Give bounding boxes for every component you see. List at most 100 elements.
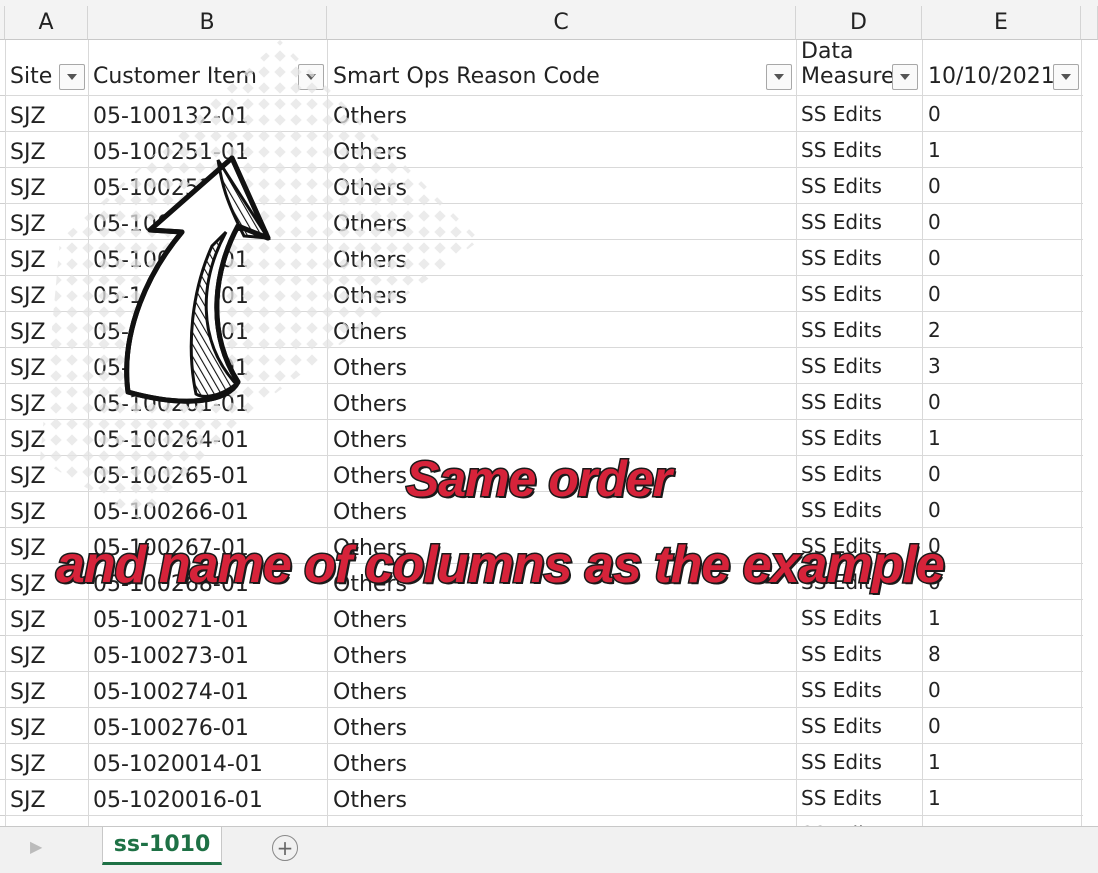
- cell-value[interactable]: 0: [928, 392, 941, 412]
- header-date[interactable]: 10/10/2021: [928, 66, 1055, 88]
- cell-site[interactable]: SJZ: [10, 106, 46, 128]
- header-data-measure-line1[interactable]: Data: [801, 41, 854, 63]
- cell-data-measure[interactable]: SS Edits: [801, 464, 882, 484]
- cell-site[interactable]: SJZ: [10, 322, 46, 344]
- cell-data-measure[interactable]: SS Edits: [801, 608, 882, 628]
- cell-reason-code[interactable]: Others: [333, 106, 407, 128]
- cell-customer-item[interactable]: 05-100265-01: [93, 466, 249, 488]
- column-header-c[interactable]: C: [327, 6, 796, 40]
- cell-customer-item[interactable]: 05-100264-01: [93, 430, 249, 452]
- cell-data-measure[interactable]: SS Edits: [801, 320, 882, 340]
- cell-customer-item[interactable]: 05-100257-01: [93, 322, 249, 344]
- cell-customer-item[interactable]: 05-100273-01: [93, 646, 249, 668]
- cell-value[interactable]: 0: [928, 464, 941, 484]
- cell-customer-item[interactable]: 05-100260-01: [93, 358, 249, 380]
- cell-value[interactable]: 1: [928, 140, 941, 160]
- cell-customer-item[interactable]: 05-100132-01: [93, 106, 249, 128]
- cell-reason-code[interactable]: Others: [333, 610, 407, 632]
- cell-site[interactable]: SJZ: [10, 610, 46, 632]
- cell-value[interactable]: 1: [928, 428, 941, 448]
- cell-value[interactable]: 0: [928, 500, 941, 520]
- add-sheet-icon[interactable]: +: [272, 835, 298, 861]
- cell-value[interactable]: 0: [928, 680, 941, 700]
- cell-reason-code[interactable]: Others: [333, 718, 407, 740]
- cell-site[interactable]: SJZ: [10, 502, 46, 524]
- cell-value[interactable]: 0: [928, 248, 941, 268]
- cell-site[interactable]: SJZ: [10, 394, 46, 416]
- cell-customer-item[interactable]: 05-100254-01: [93, 250, 249, 272]
- cell-site[interactable]: SJZ: [10, 718, 46, 740]
- cell-value[interactable]: 2: [928, 320, 941, 340]
- sheet-tab[interactable]: ss-1010: [102, 827, 222, 865]
- cell-value[interactable]: 3: [928, 356, 941, 376]
- cell-site[interactable]: SJZ: [10, 574, 46, 596]
- cell-data-measure[interactable]: SS Edits: [801, 104, 882, 124]
- cell-site[interactable]: SJZ: [10, 430, 46, 452]
- cell-value[interactable]: 0: [928, 176, 941, 196]
- cell-customer-item[interactable]: 05-100252-01: [93, 178, 249, 200]
- cell-customer-item[interactable]: 05-100255-01: [93, 286, 249, 308]
- filter-dropdown-icon[interactable]: [766, 64, 792, 90]
- cell-data-measure[interactable]: SS Edits: [801, 356, 882, 376]
- cell-reason-code[interactable]: Others: [333, 682, 407, 704]
- column-header-e[interactable]: E: [922, 6, 1081, 40]
- column-header-b[interactable]: B: [88, 6, 327, 40]
- cell-data-measure[interactable]: SS Edits: [801, 644, 882, 664]
- cell-reason-code[interactable]: Others: [333, 214, 407, 236]
- header-reason-code[interactable]: Smart Ops Reason Code: [333, 66, 600, 88]
- cell-data-measure[interactable]: SS Edits: [801, 680, 882, 700]
- filter-dropdown-icon[interactable]: [892, 64, 918, 90]
- filter-dropdown-icon[interactable]: [298, 64, 324, 90]
- cell-customer-item[interactable]: 05-100276-01: [93, 718, 249, 740]
- cell-value[interactable]: 1: [928, 752, 941, 772]
- cell-site[interactable]: SJZ: [10, 358, 46, 380]
- cell-customer-item[interactable]: 05-100251-01: [93, 142, 249, 164]
- cell-value[interactable]: 8: [928, 644, 941, 664]
- cell-data-measure[interactable]: SS Edits: [801, 392, 882, 412]
- cell-value[interactable]: 1: [928, 788, 941, 808]
- select-all-corner[interactable]: [0, 6, 5, 40]
- cell-site[interactable]: SJZ: [10, 142, 46, 164]
- cell-data-measure[interactable]: SS Edits: [801, 212, 882, 232]
- cell-data-measure[interactable]: SS Edits: [801, 752, 882, 772]
- cell-site[interactable]: SJZ: [10, 538, 46, 560]
- cell-reason-code[interactable]: Others: [333, 358, 407, 380]
- cell-customer-item[interactable]: 05-1020014-01: [93, 754, 263, 776]
- cell-value[interactable]: 0: [928, 212, 941, 232]
- cell-reason-code[interactable]: Others: [333, 502, 407, 524]
- cell-reason-code[interactable]: Others: [333, 790, 407, 812]
- cell-site[interactable]: SJZ: [10, 646, 46, 668]
- cell-site[interactable]: SJZ: [10, 214, 46, 236]
- cell-reason-code[interactable]: Others: [333, 250, 407, 272]
- cell-data-measure[interactable]: SS Edits: [801, 716, 882, 736]
- cell-data-measure[interactable]: SS Edits: [801, 284, 882, 304]
- cell-customer-item[interactable]: 05-1020016-01: [93, 790, 263, 812]
- header-customer-item[interactable]: Customer Item: [93, 66, 257, 88]
- cell-site[interactable]: SJZ: [10, 250, 46, 272]
- header-data-measure-line2[interactable]: Measure: [801, 66, 895, 88]
- cell-value[interactable]: 0: [928, 716, 941, 736]
- cell-value[interactable]: 1: [928, 608, 941, 628]
- cell-site[interactable]: SJZ: [10, 178, 46, 200]
- cell-value[interactable]: 0: [928, 104, 941, 124]
- cell-site[interactable]: SJZ: [10, 286, 46, 308]
- cell-customer-item[interactable]: 05-100261-01: [93, 394, 249, 416]
- cell-data-measure[interactable]: SS Edits: [801, 140, 882, 160]
- filter-dropdown-icon[interactable]: [59, 64, 85, 90]
- cell-site[interactable]: SJZ: [10, 790, 46, 812]
- column-header-f[interactable]: [1081, 6, 1098, 40]
- filter-dropdown-icon[interactable]: [1053, 64, 1079, 90]
- cell-customer-item[interactable]: 05-100253-01: [93, 214, 249, 236]
- cell-value[interactable]: 0: [928, 284, 941, 304]
- cell-data-measure[interactable]: SS Edits: [801, 176, 882, 196]
- cell-data-measure[interactable]: SS Edits: [801, 500, 882, 520]
- cell-reason-code[interactable]: Others: [333, 394, 407, 416]
- column-header-a[interactable]: A: [5, 6, 88, 40]
- cell-data-measure[interactable]: SS Edits: [801, 788, 882, 808]
- cell-site[interactable]: SJZ: [10, 754, 46, 776]
- cell-site[interactable]: SJZ: [10, 682, 46, 704]
- header-site[interactable]: Site: [10, 66, 52, 88]
- cell-data-measure[interactable]: SS Edits: [801, 428, 882, 448]
- cell-reason-code[interactable]: Others: [333, 142, 407, 164]
- cell-customer-item[interactable]: 05-100274-01: [93, 682, 249, 704]
